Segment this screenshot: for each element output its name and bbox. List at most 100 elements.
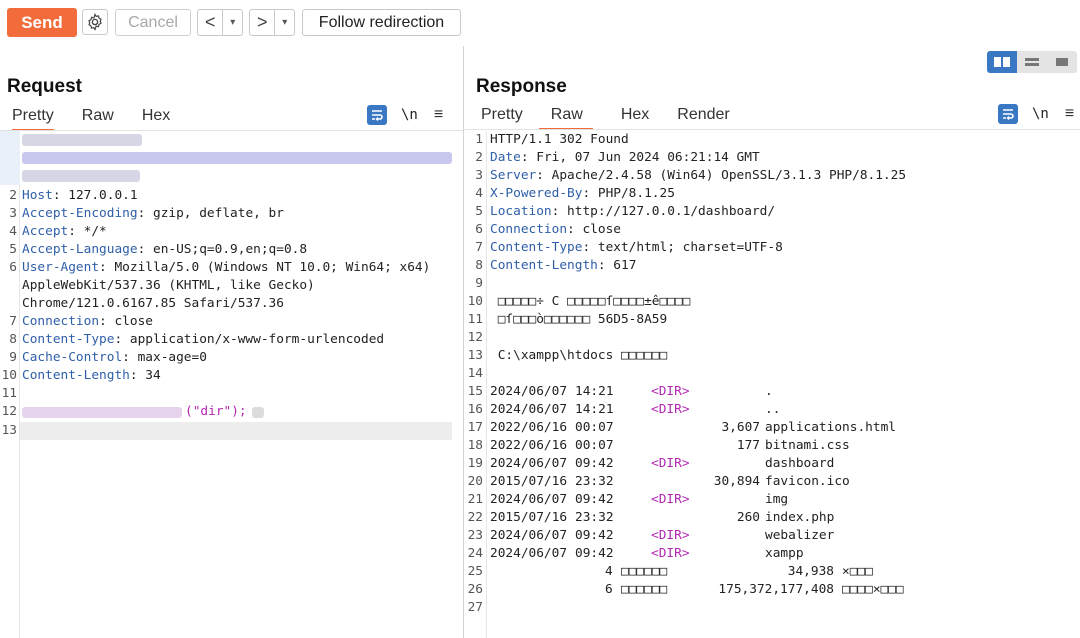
current-line-highlight: [20, 422, 452, 440]
header-key: Accept-Encoding: [22, 206, 138, 221]
split-rows-view-button[interactable]: [1017, 51, 1047, 73]
line-number: 25: [467, 564, 483, 579]
response-line: Location: http://127.0.0.1/dashboard/: [490, 203, 775, 221]
header-key: Location: [490, 204, 552, 219]
listing-name: ..: [765, 402, 781, 417]
summary-label: □□□□□□: [621, 564, 668, 579]
request-body-text: ("dir");: [185, 404, 247, 419]
toolbar: Send Cancel < ▾ > ▾ Follow redirection: [0, 0, 1080, 46]
follow-redirection-button[interactable]: Follow redirection: [302, 9, 461, 36]
listing-name: index.php: [765, 510, 835, 525]
line-number: 16: [467, 402, 483, 417]
listing-date: 2022/06/16: [490, 420, 568, 435]
response-line: HTTP/1.1 302 Found: [490, 131, 629, 149]
summary-label: □□□□□□: [621, 582, 668, 597]
columns-icon: [994, 57, 1010, 67]
summary-value: 34,938: [787, 564, 834, 579]
line-number: 4: [475, 186, 483, 201]
listing-time: 09:42: [575, 528, 614, 543]
word-wrap-icon: [372, 110, 383, 121]
listing-name: img: [765, 492, 789, 507]
request-wrap-toggle[interactable]: [367, 105, 387, 125]
response-line: X-Powered-By: PHP/8.1.25: [490, 185, 675, 203]
newline-toggle-icon[interactable]: \n: [1032, 106, 1049, 122]
line-number: 27: [467, 600, 483, 615]
summary-count: 4: [605, 564, 613, 579]
request-tab-raw[interactable]: Raw: [82, 107, 114, 131]
header-value: C:\xampp\htdocs □□□□□□: [490, 348, 668, 363]
response-line: □ſ□□□ò□□□□□□ 56D5-8A59: [490, 311, 668, 329]
request-editor-actions: \n ≡: [367, 105, 443, 125]
redacted-text: [22, 152, 452, 164]
request-tab-pretty[interactable]: Pretty: [12, 107, 54, 131]
single-pane-icon: [1056, 58, 1068, 66]
response-wrap-toggle[interactable]: [998, 104, 1018, 124]
word-wrap-icon: [1003, 109, 1014, 120]
newline-toggle-icon[interactable]: \n: [401, 107, 418, 123]
response-tab-render[interactable]: Render: [677, 106, 729, 130]
line-number: 11: [467, 312, 483, 327]
response-line: Content-Length: 617: [490, 257, 636, 275]
listing-time: 23:32: [575, 474, 614, 489]
header-key: User-Agent: [22, 260, 100, 275]
single-view-button[interactable]: [1047, 51, 1077, 73]
pane-divider[interactable]: [463, 46, 464, 638]
line-number: 15: [467, 384, 483, 399]
forward-button[interactable]: >: [250, 10, 276, 35]
line-number: 4: [9, 224, 17, 239]
header-value: : max-age=0: [122, 350, 207, 365]
back-button[interactable]: <: [198, 10, 224, 35]
response-tab-pretty[interactable]: Pretty: [481, 106, 523, 130]
listing-dir-tag: <DIR>: [651, 492, 690, 507]
listing-dir-tag: <DIR>: [651, 402, 690, 417]
line-number: 2: [475, 150, 483, 165]
menu-icon[interactable]: ≡: [1065, 105, 1074, 123]
header-value: : PHP/8.1.25: [582, 186, 675, 201]
line-number: 9: [475, 276, 483, 291]
header-line: Cache-Control: max-age=0: [22, 349, 207, 367]
line-number: 13: [1, 423, 17, 438]
send-button[interactable]: Send: [7, 8, 77, 37]
line-number: 5: [9, 242, 17, 257]
menu-icon[interactable]: ≡: [434, 106, 443, 124]
response-line: C:\xampp\htdocs □□□□□□: [490, 347, 668, 365]
listing-dir-tag: <DIR>: [651, 456, 690, 471]
listing-name: .: [765, 384, 773, 399]
layout-toggle: [987, 51, 1077, 73]
request-tab-hex[interactable]: Hex: [142, 107, 170, 131]
header-key: Content-Length: [22, 368, 130, 383]
header-key: Connection: [490, 222, 568, 237]
header-key: Content-Type: [22, 332, 115, 347]
listing-name: xampp: [765, 546, 804, 561]
split-columns-view-button[interactable]: [987, 51, 1017, 73]
request-editor[interactable]: 1 2 Host: 127.0.0.1 3 Accept-Encoding: g…: [0, 131, 463, 638]
selection-marker: [0, 131, 20, 185]
line-number: 3: [9, 206, 17, 221]
forward-history-dropdown[interactable]: ▾: [275, 10, 294, 35]
line-number: 12: [467, 330, 483, 345]
header-value: □□□□□÷ C □□□□□ſ□□□□±ê□□□□: [490, 294, 691, 309]
settings-button[interactable]: [82, 9, 108, 35]
header-value: : close: [99, 314, 153, 329]
header-line: Accept-Language: en-US;q=0.9,en;q=0.8: [22, 241, 307, 259]
listing-time: 14:21: [575, 402, 614, 417]
response-line: Connection: close: [490, 221, 621, 239]
listing-size: 177: [736, 438, 760, 453]
header-line: User-Agent: Mozilla/5.0 (Windows NT 10.0…: [22, 259, 430, 277]
response-editor[interactable]: 1 HTTP/1.1 302 Found 2 Date: Fri, 07 Jun 20…: [466, 131, 1080, 638]
response-tabs: Pretty Raw Hex Render: [481, 106, 758, 130]
header-value: □ſ□□□ò□□□□□□ 56D5-8A59: [490, 312, 668, 327]
line-number: 19: [467, 456, 483, 471]
listing-time: 09:42: [575, 492, 614, 507]
listing-date: 2024/06/07: [490, 384, 568, 399]
line-number: 5: [475, 204, 483, 219]
cancel-button[interactable]: Cancel: [115, 9, 191, 36]
response-tab-raw[interactable]: Raw: [538, 106, 593, 130]
line-number: 10: [467, 294, 483, 309]
response-tab-hex[interactable]: Hex: [621, 106, 649, 130]
back-history-dropdown[interactable]: ▾: [223, 10, 242, 35]
listing-date: 2015/07/16: [490, 510, 568, 525]
listing-date: 2015/07/16: [490, 474, 568, 489]
redacted-text: [252, 407, 264, 418]
header-key: Server: [490, 168, 537, 183]
